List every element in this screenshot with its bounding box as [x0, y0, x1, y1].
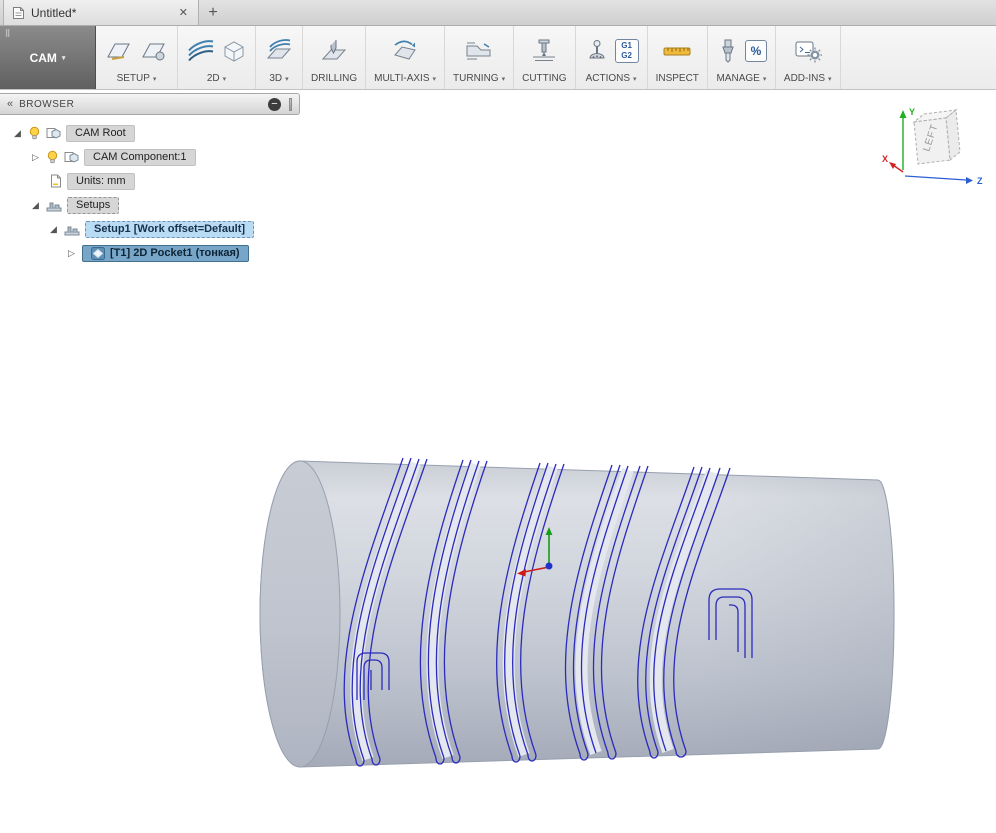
- view-cube[interactable]: LEFT Y X Z: [880, 100, 992, 192]
- ribbon-toolbar: ⣿ CAM ▾ SETUP ▾ 2D ▾ 3D ▾ DRILLING MULTI…: [0, 26, 996, 90]
- document-tab[interactable]: Untitled* ✕: [3, 0, 199, 25]
- simulate-icon[interactable]: [584, 38, 610, 64]
- setups-icon: [46, 202, 62, 211]
- cylinder-left-cap[interactable]: [259, 460, 341, 768]
- tree-row-setup1: ◢ Setup1 [Work offset=Default]: [0, 217, 255, 241]
- document-icon: [13, 6, 24, 19]
- cutting-icon[interactable]: [530, 38, 558, 64]
- units-document-icon: [51, 174, 61, 188]
- browser-panel-title: BROWSER: [19, 98, 75, 110]
- browser-panel-header[interactable]: « BROWSER −: [0, 93, 300, 115]
- tree-row-cam-component: ▷ CAM Component:1: [0, 145, 254, 169]
- axis-y-label: Y: [909, 107, 915, 117]
- visibility-bulb-icon[interactable]: [28, 126, 41, 140]
- setup-icon: [64, 226, 80, 235]
- grid-icon: ⣿: [5, 30, 12, 37]
- component-icon: [64, 152, 79, 163]
- document-tab-bar: Untitled* ✕ +: [0, 0, 996, 26]
- tree-item-cam-root[interactable]: CAM Root: [66, 124, 135, 142]
- setup-menu[interactable]: SETUP ▾: [117, 71, 157, 87]
- tree-item-setups[interactable]: Setups: [67, 196, 120, 214]
- tree-item-setup1[interactable]: Setup1 [Work offset=Default]: [85, 220, 255, 238]
- expanded-triangle-icon[interactable]: ◢: [48, 224, 59, 235]
- ribbon-group-2d: 2D ▾: [178, 26, 256, 89]
- chevron-down-icon: ▾: [152, 75, 157, 83]
- collapsed-triangle-icon[interactable]: ▷: [30, 152, 41, 163]
- tree-item-units[interactable]: Units: mm: [67, 172, 135, 190]
- ribbon-group-actions: G1 G2 ACTIONS ▾: [576, 26, 648, 89]
- ribbon-group-3d: 3D ▾: [256, 26, 303, 89]
- ribbon-group-manage: % MANAGE ▾: [708, 26, 776, 89]
- tree-item-2d-pocket1[interactable]: [T1] 2D Pocket1 (тонкая): [82, 244, 249, 262]
- setup-folder-icon[interactable]: [139, 38, 169, 64]
- axis-x-label: X: [882, 154, 888, 164]
- tree-row-units: Units: mm: [0, 169, 254, 193]
- hide-panel-icon[interactable]: −: [268, 97, 281, 111]
- ribbon-group-cutting: CUTTING: [514, 26, 576, 89]
- multi-axis-menu[interactable]: MULTI-AXIS ▾: [374, 71, 436, 87]
- inspect-button[interactable]: INSPECT: [656, 71, 699, 87]
- ribbon-group-multi-axis: MULTI-AXIS ▾: [366, 26, 446, 89]
- chevron-down-icon: ▾: [61, 54, 66, 62]
- drilling-button[interactable]: DRILLING: [311, 71, 357, 87]
- ribbon-group-drilling: DRILLING: [303, 26, 367, 89]
- ribbon-group-turning: TURNING ▾: [445, 26, 515, 89]
- chevron-down-icon: ▾: [432, 75, 437, 83]
- scripts-addins-icon[interactable]: [794, 38, 822, 64]
- tab-title: Untitled*: [31, 5, 77, 20]
- tool-library-icon[interactable]: [716, 38, 740, 64]
- measure-ruler-icon[interactable]: [662, 39, 692, 63]
- drilling-icon[interactable]: [319, 38, 349, 64]
- post-process-icon[interactable]: G1 G2: [614, 38, 639, 63]
- chevron-down-icon: ▾: [828, 75, 832, 83]
- new-setup-icon[interactable]: [104, 38, 134, 64]
- operation-icon: [91, 246, 105, 260]
- ribbon-group-add-ins: ADD-INS ▾: [776, 26, 841, 89]
- manage-menu[interactable]: MANAGE ▾: [716, 71, 766, 87]
- stock-cube-icon[interactable]: [221, 38, 247, 64]
- close-tab-icon[interactable]: ✕: [177, 6, 190, 19]
- turning-menu[interactable]: TURNING ▾: [453, 71, 505, 87]
- tree-row-setups: ◢ Setups: [0, 193, 254, 217]
- new-tab-button[interactable]: +: [199, 0, 227, 25]
- 2d-menu[interactable]: 2D ▾: [207, 71, 226, 87]
- ribbon-group-inspect: INSPECT: [648, 26, 708, 89]
- chevron-down-icon: ▾: [633, 75, 637, 83]
- chevron-down-icon: ▾: [501, 75, 506, 83]
- ribbon-group-setup: SETUP ▾: [96, 26, 178, 89]
- 2d-milling-icon[interactable]: [186, 38, 216, 64]
- workspace-label: CAM: [29, 50, 57, 65]
- tree-row-2d-pocket1: ▷ [T1] 2D Pocket1 (тонкая): [0, 241, 254, 265]
- add-ins-menu[interactable]: ADD-INS ▾: [784, 71, 832, 87]
- actions-menu[interactable]: ACTIONS ▾: [586, 71, 637, 87]
- axis-z-label: Z: [977, 176, 983, 186]
- tree-item-cam-component[interactable]: CAM Component:1: [84, 148, 196, 166]
- visibility-bulb-icon[interactable]: [46, 150, 59, 164]
- fusion-cam-window: { "tab_bar": { "active_tab": { "title": …: [0, 0, 996, 833]
- 3d-menu[interactable]: 3D ▾: [269, 71, 288, 87]
- browser-tree: ◢ CAM Root ▷ CAM Component:1 Units: mm ◢…: [0, 121, 255, 265]
- workspace-selector-button[interactable]: ⣿ CAM ▾: [0, 26, 96, 89]
- 3d-milling-icon[interactable]: [264, 38, 294, 64]
- chevron-down-icon: ▾: [222, 75, 227, 83]
- cutting-button[interactable]: CUTTING: [522, 71, 566, 87]
- collapsed-triangle-icon[interactable]: ▷: [66, 248, 77, 259]
- component-icon: [46, 128, 61, 139]
- expanded-triangle-icon[interactable]: ◢: [12, 128, 23, 139]
- tree-row-cam-root: ◢ CAM Root: [0, 121, 254, 145]
- stock-percent-icon[interactable]: %: [744, 39, 767, 62]
- turning-icon[interactable]: [464, 38, 494, 64]
- chevron-down-icon: ▾: [285, 75, 289, 83]
- chevron-down-icon: ▾: [762, 75, 767, 83]
- multi-axis-icon[interactable]: [390, 38, 420, 64]
- collapse-panel-icon[interactable]: «: [7, 98, 13, 110]
- panel-resize-grip[interactable]: [289, 97, 292, 111]
- expanded-triangle-icon[interactable]: ◢: [30, 200, 41, 211]
